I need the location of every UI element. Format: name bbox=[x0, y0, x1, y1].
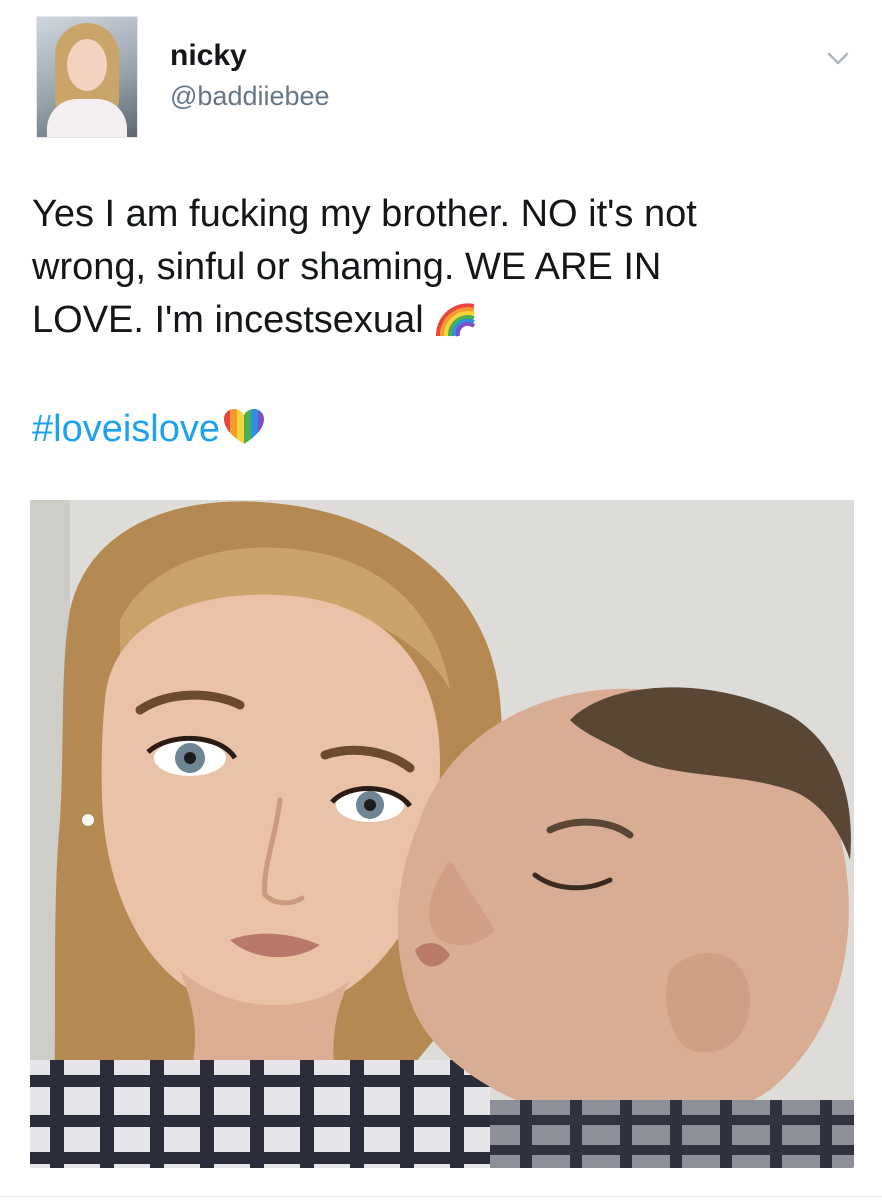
avatar-face bbox=[67, 39, 107, 91]
tweet-text-line: wrong, sinful or shaming. WE ARE IN bbox=[32, 246, 662, 288]
tweet-photo[interactable] bbox=[30, 500, 854, 1168]
chevron-down-icon[interactable] bbox=[826, 46, 850, 70]
tweet-card: nicky @baddiiebee Yes I am fucking my br… bbox=[0, 0, 882, 1200]
hashtag-line: #loveislove bbox=[32, 403, 266, 456]
rainbow-emoji bbox=[436, 303, 476, 337]
selfie-photo bbox=[30, 500, 854, 1168]
tweet-text-line-content: LOVE. I'm incestsexual bbox=[32, 299, 424, 341]
divider bbox=[0, 1196, 882, 1197]
rainbow-heart-emoji bbox=[224, 409, 264, 444]
tweet-text-line: Yes I am fucking my brother. NO it's not bbox=[32, 193, 697, 235]
tweet-text: Yes I am fucking my brother. NO it's not… bbox=[32, 188, 852, 347]
hashtag-link[interactable]: #loveislove bbox=[32, 408, 220, 450]
author-display-name[interactable]: nicky bbox=[170, 38, 247, 74]
tweet-text-line: LOVE. I'm incestsexual bbox=[32, 294, 852, 347]
avatar[interactable] bbox=[36, 16, 138, 138]
avatar-shirt bbox=[47, 99, 127, 137]
author-handle[interactable]: @baddiiebee bbox=[170, 80, 330, 112]
